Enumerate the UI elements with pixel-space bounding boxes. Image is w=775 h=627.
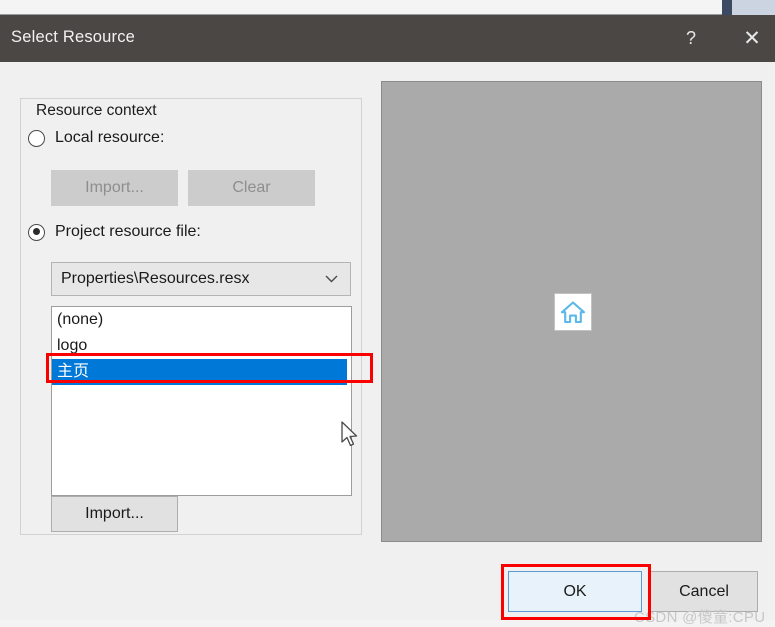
dialog-titlebar: Select Resource ? ✕ [0, 15, 775, 62]
select-resource-dialog: Select Resource ? ✕ Resource context Loc… [0, 15, 775, 626]
chevron-down-icon [325, 275, 338, 283]
radio-project-resource-file-label: Project resource file: [55, 223, 201, 240]
radio-unchecked-icon [28, 129, 45, 147]
help-button[interactable]: ? [668, 15, 714, 62]
dialog-title: Select Resource [11, 28, 136, 46]
list-item[interactable]: logo [52, 333, 351, 359]
radio-checked-icon [28, 223, 45, 241]
background-window-edge [722, 0, 732, 15]
close-x-icon: ✕ [743, 27, 761, 50]
question-mark-icon: ? [685, 28, 696, 48]
list-item[interactable]: (none) [52, 307, 351, 333]
resource-file-combobox[interactable]: Properties\Resources.resx [51, 262, 351, 296]
radio-local-resource[interactable]: Local resource: [28, 129, 164, 147]
watermark-text: CSDN @傻童:CPU [634, 609, 766, 626]
background-window-body [732, 0, 775, 15]
radio-project-resource-file[interactable]: Project resource file: [28, 223, 201, 241]
import-button[interactable]: Import... [51, 496, 178, 532]
image-preview-panel [381, 81, 762, 542]
radio-local-resource-label: Local resource: [55, 129, 165, 146]
resource-file-combobox-value: Properties\Resources.resx [61, 270, 250, 287]
home-icon [560, 301, 586, 324]
local-clear-button: Clear [188, 170, 315, 206]
background-window-strip [0, 0, 775, 15]
ok-button[interactable]: OK [508, 571, 642, 612]
resource-context-label: Resource context [31, 102, 162, 120]
close-button[interactable]: ✕ [729, 15, 775, 62]
local-import-button: Import... [51, 170, 178, 206]
preview-image-thumbnail [554, 293, 592, 331]
resource-listbox[interactable]: (none) logo 主页 [51, 306, 352, 496]
list-item-selected[interactable]: 主页 [52, 359, 347, 385]
